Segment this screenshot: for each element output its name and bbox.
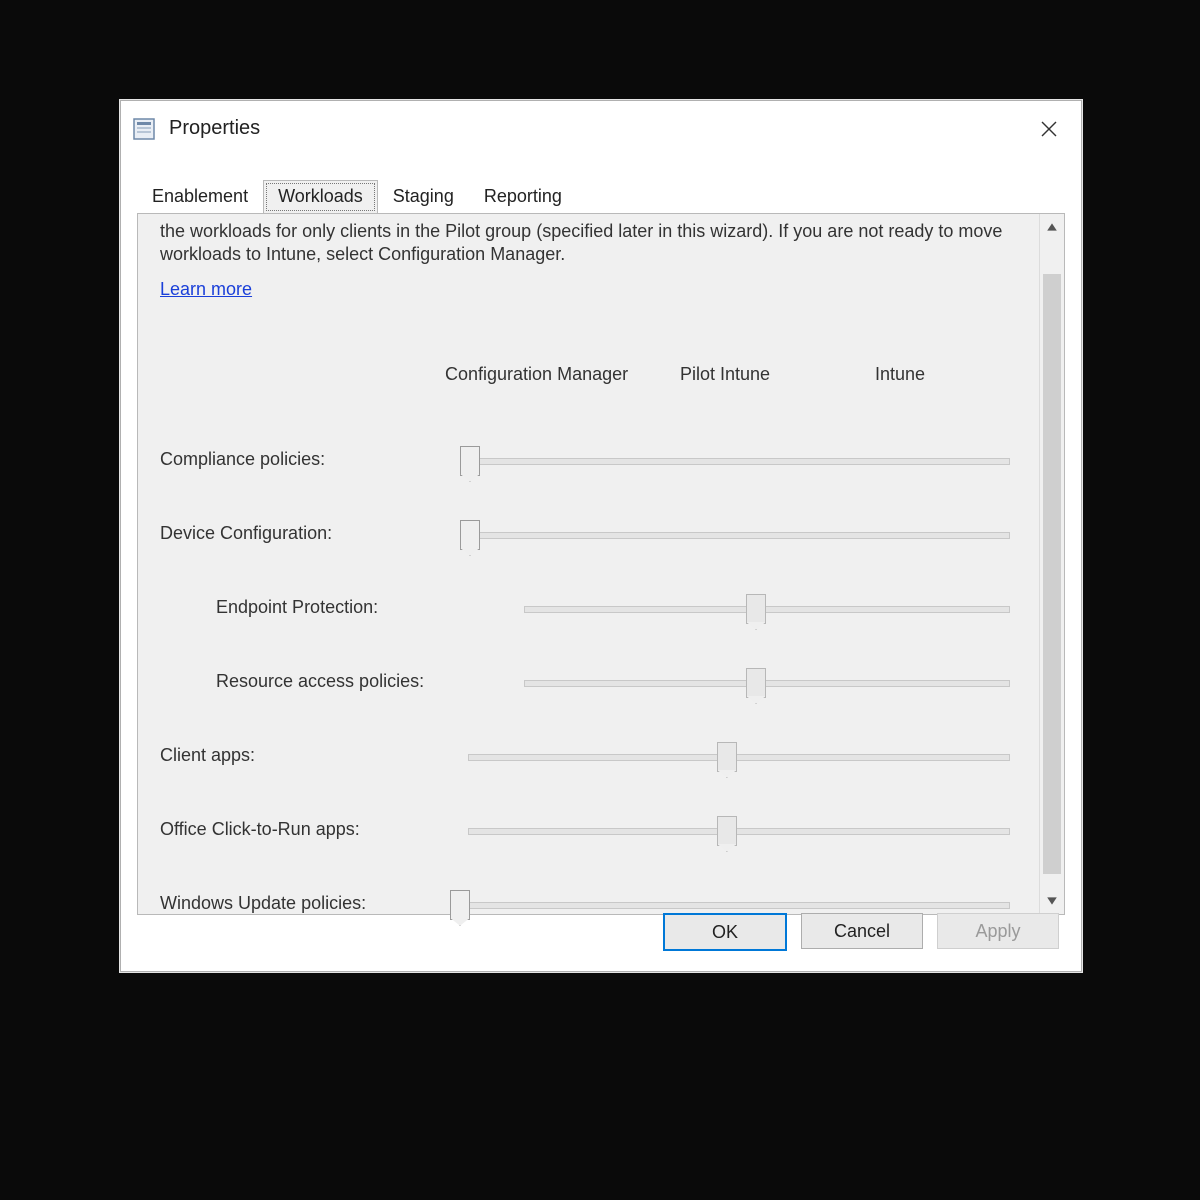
slider-compliance-policies[interactable] [460,449,1014,471]
row-resource-access-policies: Resource access policies: [160,645,1024,719]
row-compliance-policies: Compliance policies: [160,423,1024,497]
row-label: Office Click-to-Run apps: [160,819,460,840]
tab-workloads[interactable]: Workloads [263,180,378,214]
row-label: Windows Update policies: [160,893,460,914]
tab-staging[interactable]: Staging [378,180,469,214]
vertical-scrollbar[interactable] [1039,214,1064,914]
slider-resource-access-policies[interactable] [516,671,1014,693]
row-label: Client apps: [160,745,460,766]
ok-button[interactable]: OK [663,913,787,951]
scrollbar-thumb[interactable] [1043,274,1061,874]
slider-device-configuration[interactable] [460,523,1014,545]
close-button[interactable] [1029,109,1069,149]
dialog-footer: OK Cancel Apply [663,913,1059,951]
tab-panel: the workloads for only clients in the Pi… [137,213,1065,915]
tab-enablement[interactable]: Enablement [137,180,263,214]
tab-reporting[interactable]: Reporting [469,180,577,214]
slider-column-headers: Configuration Manager Pilot Intune Intun… [160,364,1024,385]
row-label: Endpoint Protection: [160,597,516,618]
window-title: Properties [169,117,260,140]
scroll-up-icon[interactable] [1040,214,1064,240]
properties-dialog: Properties Enablement Workloads Staging … [120,100,1082,972]
column-pilot-intune: Pilot Intune [680,364,875,385]
slider-windows-update-policies[interactable] [460,893,1014,915]
row-label: Compliance policies: [160,449,460,470]
row-device-configuration: Device Configuration: [160,497,1024,571]
row-office-click-to-run: Office Click-to-Run apps: [160,793,1024,867]
row-endpoint-protection: Endpoint Protection: [160,571,1024,645]
row-client-apps: Client apps: [160,719,1024,793]
app-icon [133,118,155,140]
column-intune: Intune [875,364,925,385]
cancel-button[interactable]: Cancel [801,913,923,949]
scroll-down-icon[interactable] [1040,888,1064,914]
slider-endpoint-protection[interactable] [516,597,1014,619]
apply-button: Apply [937,913,1059,949]
row-label: Device Configuration: [160,523,460,544]
slider-office-click-to-run[interactable] [460,819,1014,841]
workload-rows: Compliance policies: Device Configuratio… [160,423,1024,941]
titlebar: Properties [121,101,1081,156]
learn-more-link[interactable]: Learn more [160,279,252,300]
tabstrip: Enablement Workloads Staging Reporting [121,179,1081,213]
row-label: Resource access policies: [160,671,516,692]
column-config-manager: Configuration Manager [445,364,680,385]
description-text: the workloads for only clients in the Pi… [160,220,1024,267]
slider-client-apps[interactable] [460,745,1014,767]
